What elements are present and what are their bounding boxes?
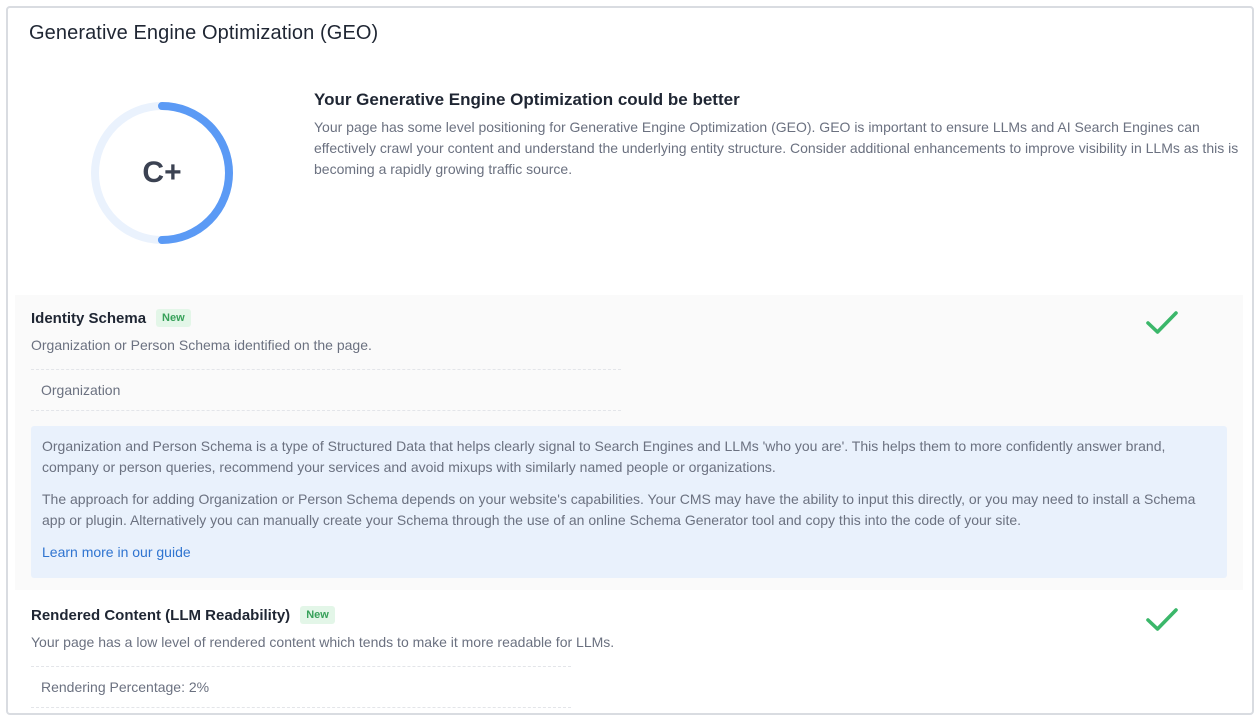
rendered-content-section: Rendered Content (LLM Readability) New Y…: [15, 592, 1243, 713]
geo-panel: Generative Engine Optimization (GEO) C+ …: [6, 6, 1254, 715]
identity-schema-result: Organization: [31, 369, 621, 411]
new-badge: New: [300, 606, 335, 624]
check-icon: [1146, 311, 1178, 334]
rendered-content-description: Your page has a low level of rendered co…: [31, 634, 615, 650]
summary-heading: Your Generative Engine Optimization coul…: [314, 90, 740, 109]
page-title: Generative Engine Optimization (GEO): [29, 22, 379, 44]
info-paragraph: Organization and Person Schema is a type…: [42, 438, 1166, 475]
identity-schema-section: Identity Schema New Organization or Pers…: [15, 295, 1243, 590]
rendered-content-header: Rendered Content (LLM Readability) New: [31, 606, 335, 624]
score-grade: C+: [142, 156, 182, 189]
learn-more-link[interactable]: Learn more in our guide: [42, 544, 191, 560]
summary: Your Generative Engine Optimization coul…: [314, 90, 1244, 180]
identity-schema-title: Identity Schema: [31, 309, 147, 327]
identity-schema-info-box: Organization and Person Schema is a type…: [31, 426, 1227, 578]
score-ring: C+: [84, 95, 240, 251]
identity-schema-description: Organization or Person Schema identified…: [31, 337, 372, 353]
rendered-content-title: Rendered Content (LLM Readability): [31, 606, 291, 624]
info-paragraph: The approach for adding Organization or …: [42, 491, 1196, 528]
rendering-percentage-result: Rendering Percentage: 2%: [31, 666, 571, 708]
check-icon: [1146, 608, 1178, 631]
new-badge: New: [156, 309, 191, 327]
identity-schema-header: Identity Schema New: [31, 309, 191, 327]
summary-text: Your page has some level positioning for…: [314, 119, 1239, 177]
